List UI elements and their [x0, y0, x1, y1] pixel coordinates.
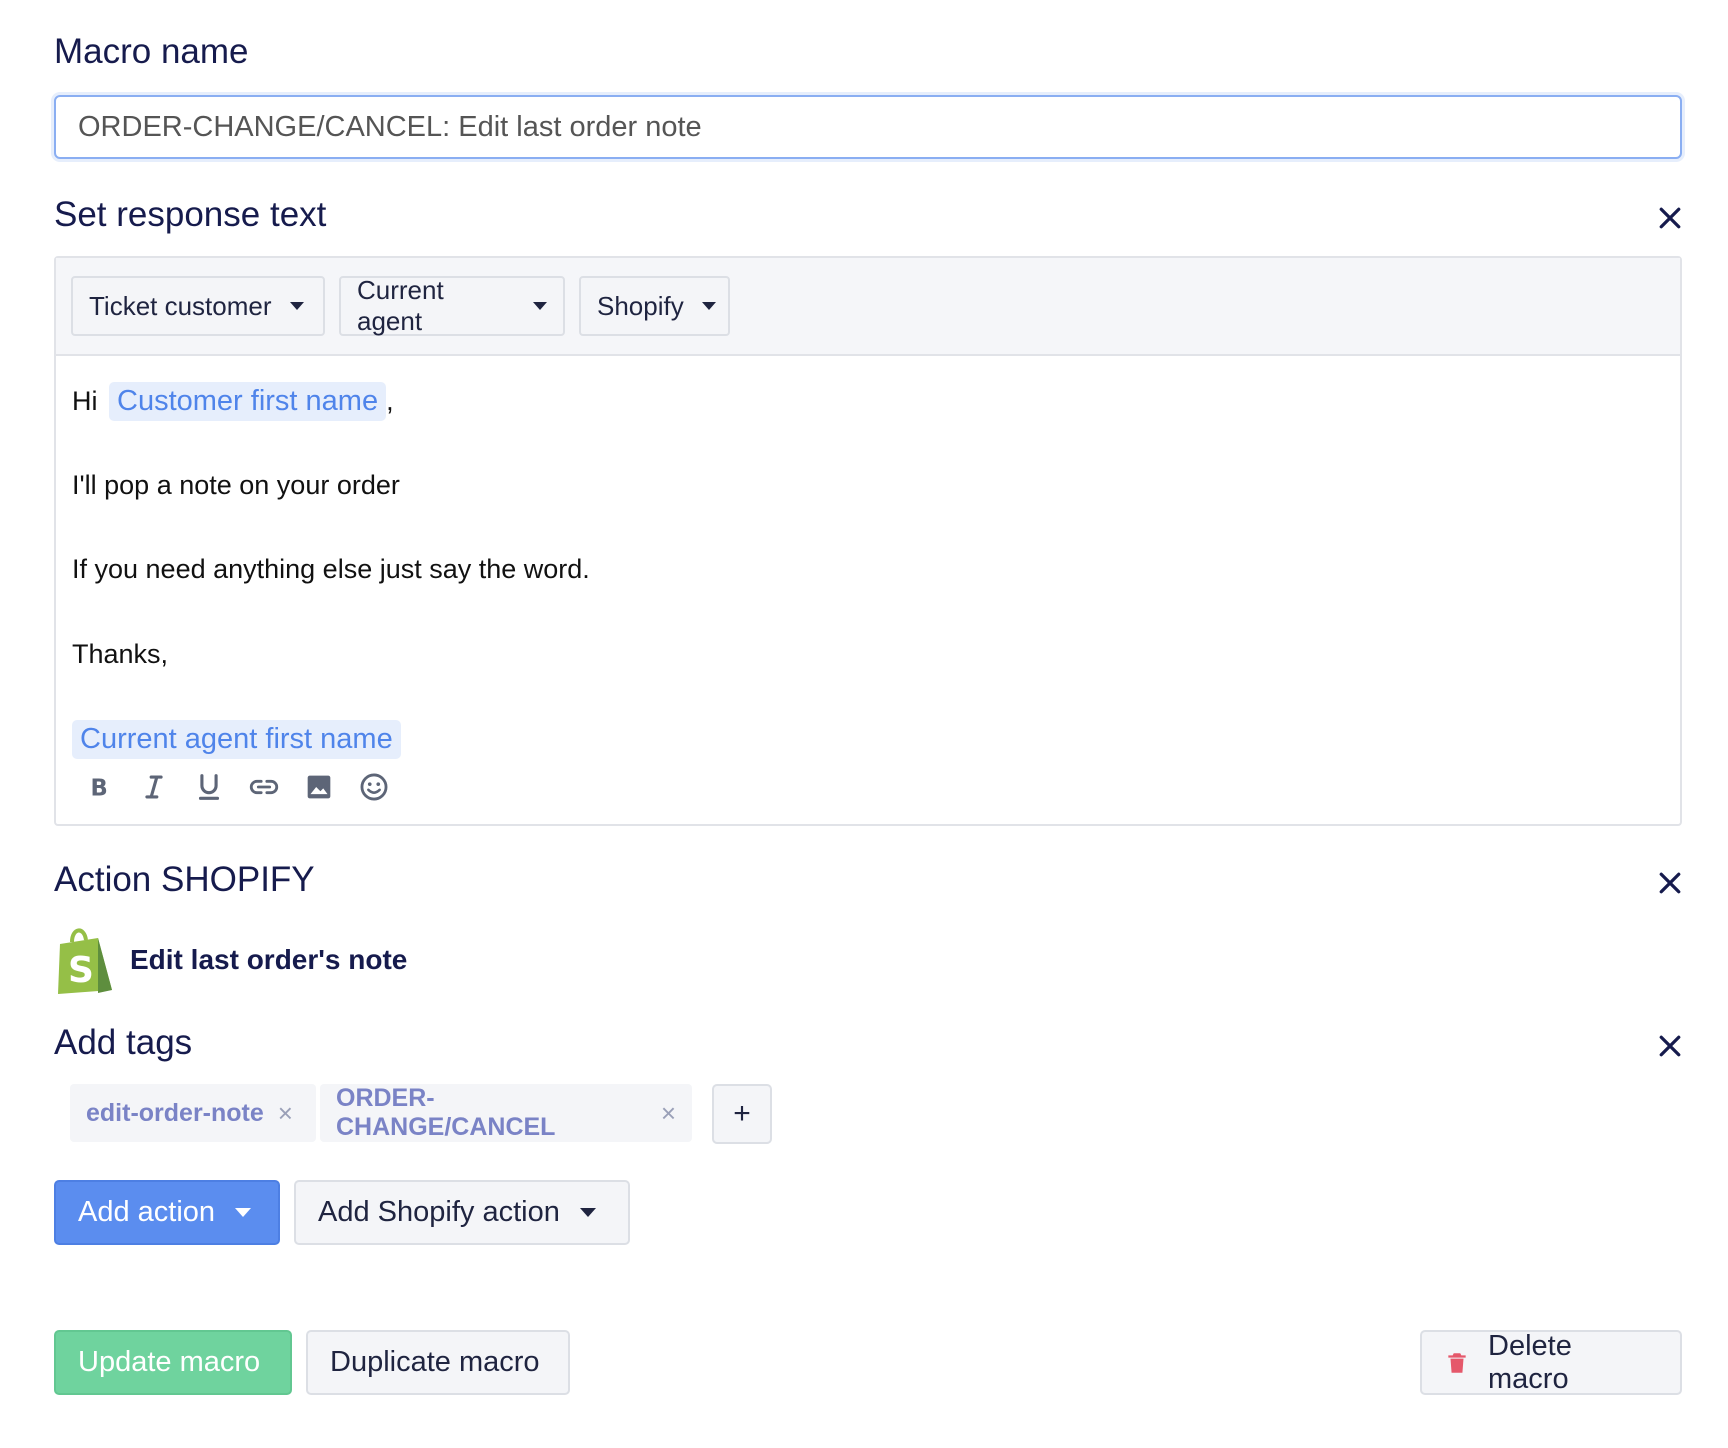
chevron-down-icon: [701, 302, 716, 310]
shopify-dropdown[interactable]: Shopify: [579, 276, 730, 336]
italic-icon[interactable]: [137, 770, 171, 804]
chevron-down-icon: [579, 1208, 596, 1217]
update-macro-button[interactable]: Update macro: [54, 1330, 292, 1395]
editor-line-greeting: Hi Customer first name,: [72, 382, 394, 421]
duplicate-macro-button[interactable]: Duplicate macro: [306, 1330, 570, 1395]
close-response-icon[interactable]: [1655, 203, 1685, 233]
editor-line-signature: Current agent first name: [72, 720, 401, 759]
delete-macro-label: Delete macro: [1488, 1329, 1572, 1395]
variable-toolbar: Ticket customer Current agent Shopify: [56, 258, 1680, 356]
add-shopify-action-label: Add Shopify action: [318, 1196, 560, 1228]
tag-label: ORDER-CHANGE/CANCEL: [336, 1084, 556, 1141]
tag-label: edit-order-note: [86, 1098, 264, 1127]
response-section-title: Set response text: [54, 195, 327, 234]
greeting-comma: ,: [386, 386, 394, 416]
remove-tag-icon[interactable]: ×: [661, 1098, 676, 1129]
trash-icon: [1444, 1350, 1470, 1376]
image-icon[interactable]: [302, 770, 336, 804]
ticket-customer-label: Ticket customer: [89, 290, 272, 321]
tag-chip: edit-order-note ×: [70, 1084, 316, 1142]
remove-tag-icon[interactable]: ×: [278, 1098, 293, 1129]
editor-line-2: If you need anything else just say the w…: [72, 554, 590, 584]
shopify-action-item: Edit last order's note: [130, 944, 408, 975]
delete-macro-button[interactable]: Delete macro: [1420, 1330, 1682, 1395]
close-shopify-action-icon[interactable]: [1655, 868, 1685, 898]
shopify-label: Shopify: [597, 290, 684, 321]
current-agent-first-name-variable[interactable]: Current agent first name: [72, 720, 401, 759]
underline-icon[interactable]: [192, 770, 226, 804]
svg-text:S: S: [68, 950, 94, 991]
customer-first-name-variable[interactable]: Customer first name: [109, 382, 387, 421]
add-shopify-action-button[interactable]: Add Shopify action: [294, 1180, 630, 1245]
greeting-text: Hi: [72, 386, 98, 416]
editor-line-3: Thanks,: [72, 639, 169, 669]
bold-icon[interactable]: B: [82, 770, 116, 804]
chevron-down-icon: [235, 1208, 252, 1217]
close-tags-icon[interactable]: [1655, 1031, 1685, 1061]
current-agent-dropdown[interactable]: Current agent: [339, 275, 565, 336]
add-action-label: Add action: [78, 1196, 216, 1228]
current-agent-label: Current agent: [357, 275, 444, 336]
shopify-action-title: Action SHOPIFY: [54, 860, 315, 899]
tags-section-title: Add tags: [54, 1023, 193, 1062]
add-action-button[interactable]: Add action: [54, 1180, 280, 1245]
editor-line-1: I'll pop a note on your order: [72, 470, 400, 500]
tag-chip: ORDER-CHANGE/CANCEL ×: [320, 1084, 692, 1142]
emoji-icon[interactable]: [357, 770, 391, 804]
ticket-customer-dropdown[interactable]: Ticket customer: [71, 276, 325, 336]
chevron-down-icon: [533, 302, 547, 310]
chevron-down-icon: [289, 302, 304, 310]
response-editor[interactable]: Ticket customer Current agent Shopify Hi…: [54, 256, 1682, 826]
macro-name-label: Macro name: [54, 32, 249, 71]
macro-name-input[interactable]: [54, 95, 1682, 159]
add-tag-button[interactable]: +: [712, 1084, 772, 1144]
link-icon[interactable]: [247, 770, 281, 804]
shopify-bag-icon: S: [54, 924, 116, 996]
svg-text:B: B: [91, 776, 108, 802]
